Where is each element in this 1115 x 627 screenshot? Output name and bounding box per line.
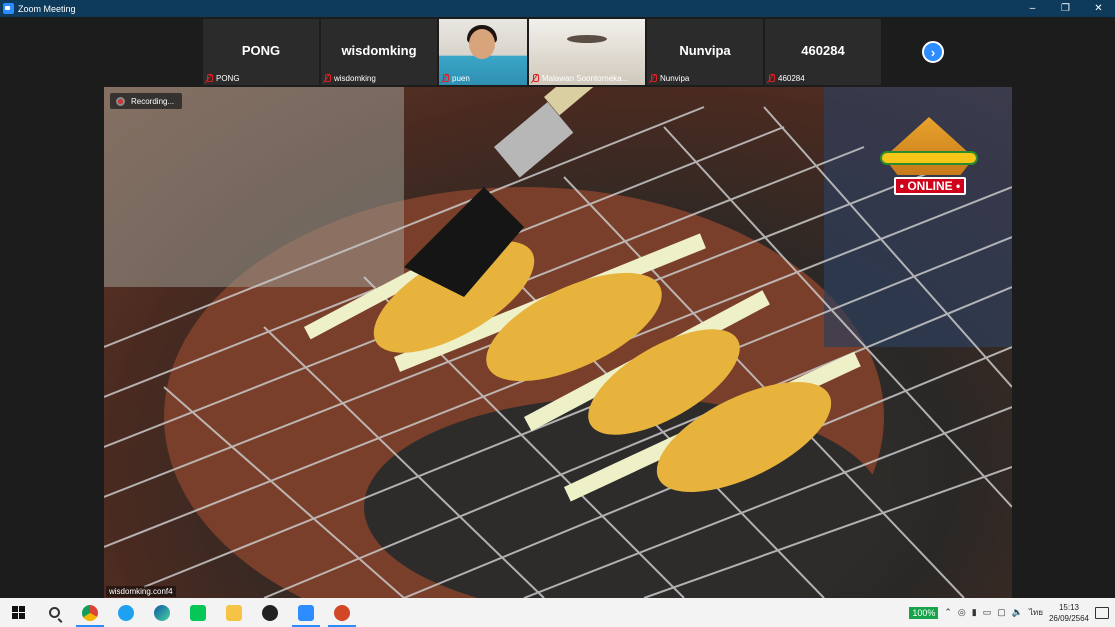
participant-strip: PONG PONG wisdomking wisdomking puen Mal… — [203, 19, 881, 85]
participant-tile[interactable]: Malawan Soontorneka... — [529, 19, 645, 85]
participant-video-ceiling-fan — [567, 35, 607, 43]
participant-name: wisdomking — [334, 74, 376, 83]
battery-icon[interactable]: ▭ — [983, 607, 992, 618]
online-badge: • ONLINE • — [894, 177, 966, 195]
mic-muted-icon — [323, 74, 331, 83]
mic-muted-icon — [649, 74, 657, 83]
taskbar-file-explorer[interactable] — [216, 598, 252, 627]
title-bar: Zoom Meeting – ❐ ✕ — [0, 0, 1115, 17]
windows-icon — [11, 606, 25, 619]
line-icon — [190, 604, 206, 621]
meet-now-icon[interactable]: ◎ — [958, 607, 966, 618]
chrome-icon — [82, 604, 98, 621]
network-icon[interactable]: ▢ — [997, 607, 1006, 618]
participant-video-face — [469, 29, 495, 59]
internet-explorer-icon — [118, 604, 134, 621]
mic-muted-icon — [441, 74, 449, 83]
speaker-name-tag: wisdomking.conf4 — [106, 586, 176, 597]
participant-name: puen — [452, 74, 470, 83]
taskbar-powerpoint[interactable] — [324, 598, 360, 627]
notification-icon[interactable] — [1095, 606, 1109, 619]
participant-tile[interactable]: puen — [439, 19, 527, 85]
logo-band — [880, 151, 978, 165]
edge-icon — [154, 604, 170, 621]
recording-label: Recording... — [131, 96, 175, 106]
search-icon — [48, 607, 60, 618]
participant-name: Malawan Soontorneka... — [542, 74, 629, 83]
mic-muted-icon — [767, 74, 775, 83]
logo-roof — [884, 117, 974, 175]
participant-name: 460284 — [778, 74, 805, 83]
taskbar: 100% ⌃ ◎ ▮ ▭ ▢ 🔈 ไทย 15:13 26/09/2564 — [0, 598, 1115, 627]
participant-tile[interactable]: Nunvipa Nunvipa — [647, 19, 763, 85]
input-language[interactable]: ไทย — [1029, 606, 1043, 619]
taskbar-line[interactable] — [180, 598, 216, 627]
clock-time: 15:13 — [1058, 602, 1079, 612]
participant-display-name: PONG — [241, 43, 281, 58]
main-video: Recording... • ONLINE • wisdomking.conf4 — [104, 87, 1012, 598]
obs-icon — [262, 604, 278, 621]
participant-display-name: wisdomking — [341, 43, 417, 58]
next-page-chevron-icon[interactable]: › — [922, 41, 944, 63]
participant-name: Nunvipa — [660, 74, 690, 83]
maximize-button[interactable]: ❐ — [1049, 0, 1082, 17]
mic-muted-icon — [205, 74, 213, 83]
powerpoint-icon — [334, 604, 350, 621]
tray — [104, 87, 404, 287]
taskbar-chrome[interactable] — [72, 598, 108, 627]
folder-icon — [226, 604, 242, 621]
taskbar-obs[interactable] — [252, 598, 288, 627]
taskbar-edge[interactable] — [144, 598, 180, 627]
online-logo: • ONLINE • — [872, 107, 986, 203]
search-button[interactable] — [36, 598, 72, 627]
microphone-icon[interactable]: ▮ — [972, 607, 977, 618]
meeting-area: PONG PONG wisdomking wisdomking puen Mal… — [0, 17, 1115, 598]
participant-tile[interactable]: wisdomking wisdomking — [321, 19, 437, 85]
participant-tile[interactable]: PONG PONG — [203, 19, 319, 85]
taskbar-zoom[interactable] — [288, 598, 324, 627]
participant-display-name: 460284 — [801, 43, 845, 58]
zoom-icon — [298, 604, 314, 621]
mic-muted-icon — [531, 74, 539, 83]
clock[interactable]: 15:13 26/09/2564 — [1049, 602, 1089, 624]
participant-tile[interactable]: 460284 460284 — [765, 19, 881, 85]
window-title: Zoom Meeting — [18, 3, 76, 14]
record-icon — [116, 96, 125, 106]
system-tray: 100% ⌃ ◎ ▮ ▭ ▢ 🔈 ไทย 15:13 26/09/2564 — [909, 602, 1115, 624]
recording-indicator[interactable]: Recording... — [110, 93, 183, 109]
zoom-app-icon — [3, 3, 14, 14]
volume-icon[interactable]: 🔈 — [1012, 607, 1023, 618]
taskbar-internet-explorer[interactable] — [108, 598, 144, 627]
start-button[interactable] — [0, 598, 36, 627]
close-button[interactable]: ✕ — [1082, 0, 1115, 17]
participant-name: PONG — [216, 74, 240, 83]
participant-display-name: Nunvipa — [679, 43, 731, 58]
battery-percent[interactable]: 100% — [909, 606, 939, 619]
clock-date: 26/09/2564 — [1048, 613, 1089, 623]
minimize-button[interactable]: – — [1016, 0, 1049, 17]
chevron-up-icon[interactable]: ⌃ — [944, 607, 952, 618]
